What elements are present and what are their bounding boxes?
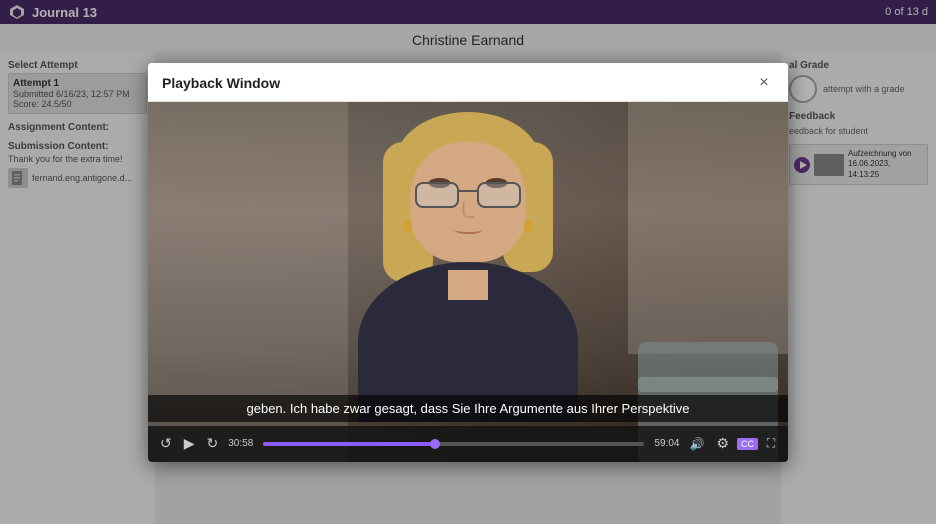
time-current: 30:58 [228, 438, 253, 449]
progress-fill [263, 442, 435, 446]
volume-button[interactable]: 🔊 [685, 435, 708, 453]
progress-thumb [430, 439, 440, 449]
person-neck [448, 270, 488, 300]
playback-close-button[interactable]: × [754, 73, 774, 93]
person [288, 122, 648, 422]
video-controls: ↺ ▶ ↻ 30:58 59:04 🔊 ⚙ CC ⛶ [148, 426, 788, 462]
subtitle-bar: geben. Ich habe zwar gesagt, dass Sie Ih… [148, 395, 788, 422]
glasses-bridge [459, 190, 477, 192]
video-area: geben. Ich habe zwar gesagt, dass Sie Ih… [148, 102, 788, 462]
rewind-button[interactable]: ↺ [156, 433, 176, 454]
subtitle-text: geben. Ich habe zwar gesagt, dass Sie Ih… [247, 401, 690, 416]
video-frame: geben. Ich habe zwar gesagt, dass Sie Ih… [148, 102, 788, 462]
glasses [413, 182, 523, 208]
earring-right [524, 220, 532, 232]
settings-button[interactable]: ⚙ [712, 433, 733, 454]
play-button[interactable]: ▶ [180, 433, 199, 454]
glasses-left-lens [415, 182, 459, 208]
caption-button[interactable]: CC [737, 438, 758, 450]
glasses-right-lens [477, 182, 521, 208]
forward-button[interactable]: ↻ [203, 433, 223, 454]
progress-bar[interactable] [263, 442, 644, 446]
modal-overlay: Playback Window × [0, 0, 936, 524]
playback-window: Playback Window × [148, 63, 788, 462]
time-total: 59:04 [654, 438, 679, 449]
earring-left [404, 220, 412, 232]
playback-title: Playback Window [162, 75, 280, 91]
bg-couch-arm [638, 377, 778, 392]
mouth [454, 226, 482, 234]
fullscreen-button[interactable]: ⛶ [762, 434, 780, 453]
playback-header: Playback Window × [148, 63, 788, 102]
